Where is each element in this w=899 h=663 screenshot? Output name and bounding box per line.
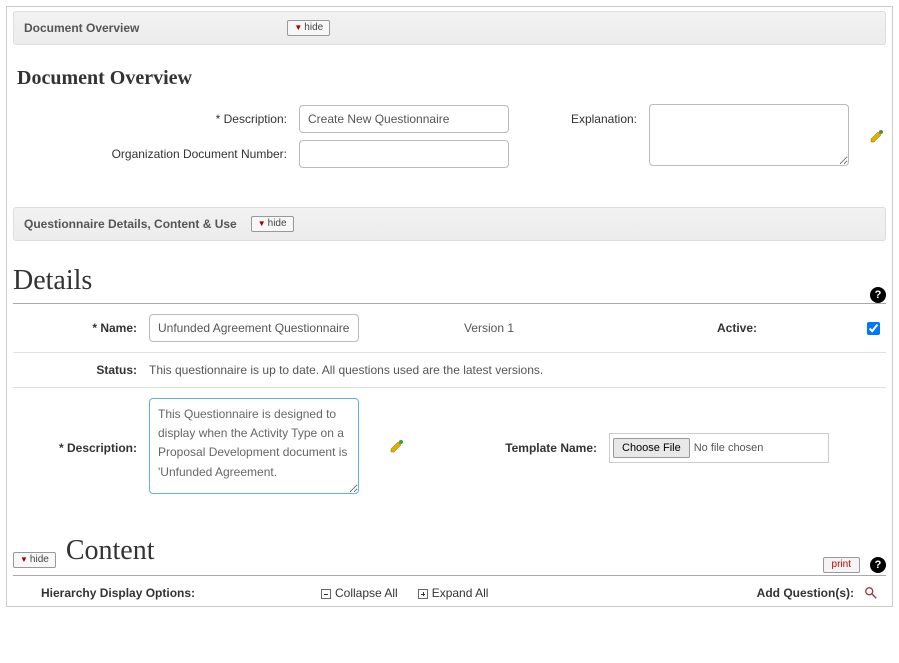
active-checkbox[interactable]: [867, 322, 880, 335]
description-input[interactable]: [299, 105, 509, 133]
triangle-down-icon: ▼: [294, 21, 302, 35]
help-icon[interactable]: ?: [870, 287, 886, 303]
hide-button-overview[interactable]: ▼ hide: [287, 20, 330, 36]
details-description-textarea[interactable]: This Questionnaire is designed to displa…: [149, 398, 359, 494]
expand-all-link[interactable]: Expand All: [418, 586, 489, 600]
pencil-icon[interactable]: [869, 128, 885, 144]
search-icon[interactable]: [864, 586, 878, 600]
collapse-all-link[interactable]: Collapse All: [321, 586, 398, 600]
hide-button-details[interactable]: ▼ hide: [251, 216, 294, 232]
explanation-textarea[interactable]: [649, 104, 849, 166]
status-label: Status:: [19, 363, 149, 377]
content-options-bar: Hierarchy Display Options: Collapse All …: [13, 575, 886, 600]
help-icon[interactable]: ?: [870, 557, 886, 573]
print-button[interactable]: print: [823, 557, 860, 573]
details-row-desc: * Description: This Questionnaire is des…: [13, 387, 886, 507]
content-title-row: ▼ hide Content print ?: [13, 535, 886, 573]
document-overview-header-title: Document Overview: [24, 21, 139, 35]
file-input-box: Choose File No file chosen: [609, 433, 829, 463]
org-doc-number-input[interactable]: [299, 140, 509, 168]
explanation-label: Explanation:: [529, 112, 649, 126]
details-row-status: Status: This questionnaire is up to date…: [13, 352, 886, 387]
questionnaire-details-header-title: Questionnaire Details, Content & Use: [24, 217, 237, 231]
description-label: * Description:: [19, 112, 299, 126]
pencil-icon[interactable]: [389, 438, 405, 454]
document-overview-title: Document Overview: [17, 67, 886, 90]
minus-box-icon: [321, 589, 331, 599]
details-row-name: * Name: Version 1 Active:: [13, 304, 886, 352]
overview-grid: * Description: Explanation: Organization…: [13, 104, 886, 183]
org-doc-number-label: Organization Document Number:: [19, 147, 299, 161]
name-input[interactable]: [149, 314, 359, 342]
document-overview-header: Document Overview ▼ hide: [13, 11, 886, 45]
details-description-label: * Description:: [19, 441, 149, 455]
plus-box-icon: [418, 589, 428, 599]
content-title: Content: [66, 535, 155, 567]
template-name-label: Template Name:: [419, 441, 609, 455]
choose-file-button[interactable]: Choose File: [613, 438, 690, 458]
hide-button-content[interactable]: ▼ hide: [13, 552, 56, 568]
version-label: Version 1: [389, 321, 589, 335]
active-label: Active:: [589, 321, 769, 335]
file-status-text: No file chosen: [694, 442, 764, 454]
triangle-down-icon: ▼: [258, 217, 266, 231]
triangle-down-icon: ▼: [20, 553, 28, 567]
add-question-label: Add Question(s):: [757, 586, 854, 600]
hierarchy-display-label: Hierarchy Display Options:: [21, 586, 321, 600]
status-text: This questionnaire is up to date. All qu…: [149, 363, 880, 377]
questionnaire-details-header: Questionnaire Details, Content & Use ▼ h…: [13, 207, 886, 241]
details-title: Details: [13, 265, 92, 297]
name-label: * Name:: [19, 321, 149, 335]
page-container: Document Overview ▼ hide Document Overvi…: [6, 6, 893, 607]
